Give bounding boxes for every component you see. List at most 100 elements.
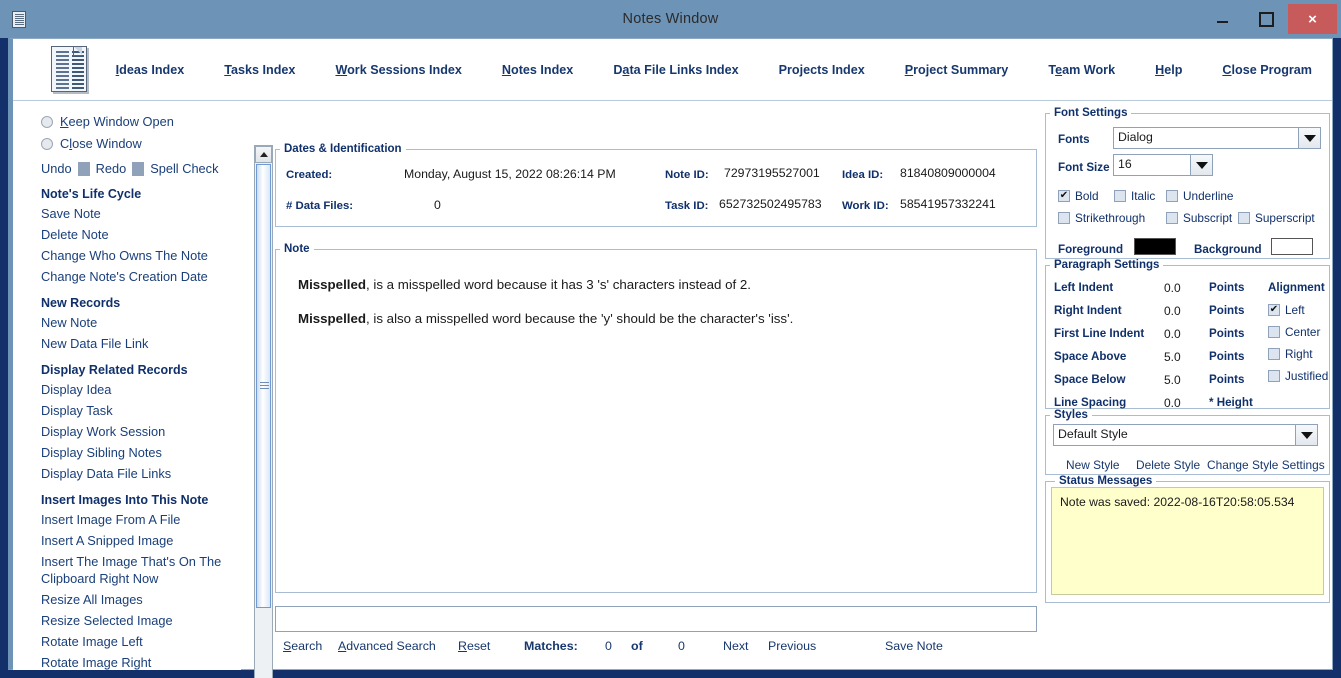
sidebar-item-display-data-file-links[interactable]: Display Data File Links (41, 463, 241, 484)
menu-projects-index[interactable]: Projects Index (779, 63, 865, 77)
sidebar-item-rotate-image-right[interactable]: Rotate Image Right (41, 652, 241, 670)
change-style-settings-button[interactable]: Change Style Settings (1207, 458, 1325, 472)
alignment-option-label: Right (1285, 347, 1313, 361)
sidebar-item-display-task[interactable]: Display Task (41, 400, 241, 421)
divider (132, 161, 145, 176)
font-family-value: Dialog (1114, 128, 1298, 148)
menu-team-work[interactable]: Team Work (1048, 63, 1115, 77)
search-button[interactable]: Search (283, 639, 322, 653)
of-label: of (631, 639, 643, 653)
sidebar-scrollbar[interactable] (254, 145, 273, 678)
scrollbar-thumb[interactable] (256, 164, 271, 608)
previous-button[interactable]: Previous (768, 639, 816, 653)
status-messages-legend: Status Messages (1059, 475, 1153, 487)
foreground-color-swatch[interactable] (1134, 238, 1176, 255)
menu-notes-index[interactable]: Notes Index (502, 63, 573, 77)
scroll-up-icon[interactable] (255, 146, 272, 163)
chevron-down-icon[interactable] (1190, 155, 1212, 175)
note-text: , is also a misspelled word because the … (365, 310, 794, 326)
menu-close-program[interactable]: Close Program (1222, 63, 1312, 77)
style-value: Default Style (1054, 425, 1295, 445)
style-select[interactable]: Default Style (1053, 424, 1318, 446)
alignment-right[interactable]: Right (1268, 347, 1313, 361)
sidebar-item-insert-snipped-image[interactable]: Insert A Snipped Image (41, 530, 241, 551)
note-paragraph: Misspelled, is a misspelled word because… (298, 277, 1014, 293)
sidebar-item-change-owner[interactable]: Change Who Owns The Note (41, 245, 241, 266)
note-bold-word: Misspelled (298, 277, 366, 292)
window-frame: Ideas Index Tasks Index Work Sessions In… (8, 38, 1333, 678)
menu-help[interactable]: Help (1155, 63, 1182, 77)
sidebar-item-rotate-image-left[interactable]: Rotate Image Left (41, 631, 241, 652)
new-style-button[interactable]: New Style (1066, 458, 1120, 472)
alignment-center[interactable]: Center (1268, 325, 1320, 339)
sidebar-item-resize-all-images[interactable]: Resize All Images (41, 589, 241, 610)
task-id-label: Task ID: (665, 200, 709, 212)
space-above-value: 5.0 (1164, 350, 1181, 364)
alignment-option-label: Center (1285, 325, 1321, 339)
maximize-button[interactable] (1244, 0, 1288, 38)
note-panel[interactable]: Note Misspelled, is a misspelled word be… (275, 243, 1037, 593)
created-label: Created: (286, 169, 333, 181)
menu-project-summary[interactable]: Project Summary (905, 63, 1009, 77)
sidebar-item-display-sibling-notes[interactable]: Display Sibling Notes (41, 442, 241, 463)
redo-button[interactable]: Redo (90, 161, 133, 176)
radio-keep-window-open[interactable]: Keep Window Open (41, 111, 241, 132)
sidebar-item-display-work-session[interactable]: Display Work Session (41, 421, 241, 442)
dates-legend: Dates & Identification (284, 143, 402, 155)
chevron-down-icon[interactable] (1298, 128, 1320, 148)
checkbox-label: Subscript (1183, 211, 1233, 225)
background-label: Background (1194, 243, 1262, 256)
font-family-select[interactable]: Dialog (1113, 127, 1321, 149)
reset-button[interactable]: Reset (458, 639, 490, 653)
right-indent-value: 0.0 (1164, 304, 1181, 318)
sidebar-item-new-note[interactable]: New Note (41, 312, 241, 333)
sidebar-item-display-idea[interactable]: Display Idea (41, 379, 241, 400)
sidebar-item-change-creation-date[interactable]: Change Note's Creation Date (41, 266, 241, 287)
checkbox-underline[interactable]: Underline (1166, 189, 1234, 203)
font-size-select[interactable]: 16 (1113, 154, 1213, 176)
sidebar-item-resize-selected-image[interactable]: Resize Selected Image (41, 610, 241, 631)
menu-data-file-links-index[interactable]: Data File Links Index (613, 63, 738, 77)
minimize-button[interactable] (1200, 0, 1244, 38)
foreground-label: Foreground (1058, 243, 1124, 256)
advanced-search-button[interactable]: Advanced Search (338, 639, 436, 653)
fonts-label: Fonts (1058, 133, 1090, 146)
note-id-label: Note ID: (665, 169, 709, 181)
sidebar-item-delete-note[interactable]: Delete Note (41, 224, 241, 245)
save-note-button[interactable]: Save Note (885, 639, 943, 653)
checkbox-strikethrough[interactable]: Strikethrough (1058, 211, 1145, 225)
checkbox-bold[interactable]: ✔ Bold (1058, 189, 1099, 203)
sidebar-item-insert-image-from-file[interactable]: Insert Image From A File (41, 509, 241, 530)
chevron-down-icon[interactable] (1295, 425, 1317, 445)
checkbox-italic[interactable]: Italic (1114, 189, 1155, 203)
note-editor[interactable]: Misspelled, is a misspelled word because… (276, 255, 1036, 327)
sidebar-item-insert-clipboard-image[interactable]: Insert The Image That's On The Clipboard… (41, 553, 226, 587)
sidebar: Keep Window Open Close Window Undo Redo … (13, 101, 241, 670)
delete-style-button[interactable]: Delete Style (1136, 458, 1200, 472)
first-line-indent-unit: Points (1209, 327, 1245, 340)
sidebar-item-save-note[interactable]: Save Note (41, 203, 241, 224)
checkbox-subscript[interactable]: Subscript (1166, 211, 1232, 225)
next-button[interactable]: Next (723, 639, 748, 653)
search-input[interactable] (275, 606, 1037, 632)
alignment-label: Alignment (1268, 281, 1325, 294)
sidebar-item-new-data-file-link[interactable]: New Data File Link (41, 333, 241, 354)
checkbox-label: Bold (1075, 189, 1099, 203)
alignment-justified[interactable]: Justified (1268, 369, 1328, 383)
checkbox-superscript[interactable]: Superscript (1238, 211, 1315, 225)
background-color-swatch[interactable] (1271, 238, 1313, 255)
alignment-left[interactable]: ✔ Left (1268, 303, 1305, 317)
undo-button[interactable]: Undo (41, 161, 78, 176)
menu-tasks-index[interactable]: Tasks Index (224, 63, 295, 77)
radio-close-window[interactable]: Close Window (41, 133, 241, 154)
close-button[interactable]: × (1288, 4, 1337, 34)
right-indent-unit: Points (1209, 304, 1245, 317)
paragraph-settings-panel: Paragraph Settings Left Indent 0.0 Point… (1045, 259, 1330, 410)
menu-work-sessions-index[interactable]: Work Sessions Index (335, 63, 461, 77)
space-below-value: 5.0 (1164, 373, 1181, 387)
menu-ideas-index[interactable]: Ideas Index (116, 63, 185, 77)
space-above-label: Space Above (1054, 350, 1127, 363)
checkbox-icon (1114, 190, 1126, 202)
work-id-label: Work ID: (842, 200, 889, 212)
spell-check-button[interactable]: Spell Check (144, 161, 224, 176)
